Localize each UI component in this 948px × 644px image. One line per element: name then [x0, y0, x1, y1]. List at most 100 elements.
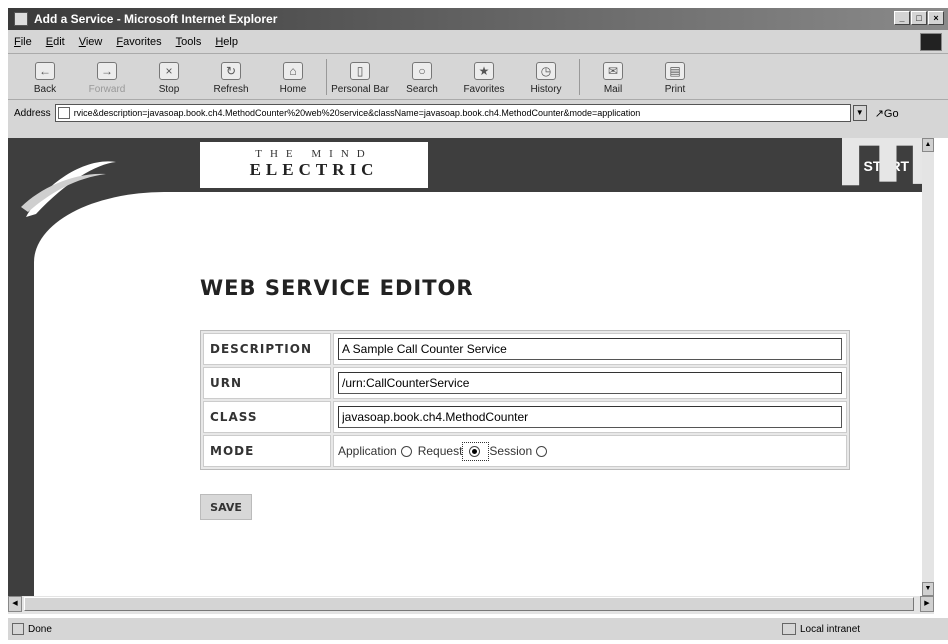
print-button[interactable]: ▤ Print [644, 62, 706, 95]
personal-bar-label: Personal Bar [331, 84, 389, 95]
horizontal-scroll-thumb[interactable] [24, 597, 914, 611]
refresh-button[interactable]: ↻ Refresh [200, 62, 262, 95]
intranet-zone-icon [782, 623, 796, 635]
menu-view[interactable]: View [79, 36, 103, 48]
maximize-button[interactable]: □ [911, 11, 927, 25]
menu-favorites[interactable]: Favorites [116, 36, 161, 48]
window-title: Add a Service - Microsoft Internet Explo… [34, 12, 278, 26]
toolbar-separator [326, 59, 327, 95]
vertical-scrollbar[interactable]: ▲ ▼ [922, 138, 934, 596]
address-label: Address [14, 107, 51, 119]
zone-label: Local intranet [800, 623, 861, 635]
refresh-icon: ↻ [221, 62, 241, 80]
toolbar: ← Back → Forward × Stop ↻ Refresh ⌂ Home… [8, 54, 948, 100]
print-label: Print [664, 84, 686, 95]
personal-bar-icon: ▯ [350, 62, 370, 80]
search-label: Search [406, 84, 438, 95]
mode-cell: Application Request Session [333, 435, 847, 467]
back-arrow-icon: ← [35, 62, 55, 80]
save-button[interactable]: SAVE [200, 494, 252, 520]
history-label: History [530, 84, 562, 95]
page-viewport: THE MIND ELECTRIC START HO GLUE WEB SERV… [8, 138, 934, 596]
session-radio[interactable] [536, 445, 548, 457]
page-done-icon [12, 623, 24, 635]
security-zone: Local intranet [782, 623, 860, 635]
go-label: Go [883, 107, 899, 120]
menu-file[interactable]: File [14, 36, 32, 48]
class-input[interactable] [338, 406, 842, 428]
menu-bar: File Edit View Favorites Tools Help [8, 30, 948, 54]
scroll-up-icon[interactable]: ▲ [922, 138, 934, 152]
toolbar-separator [579, 59, 580, 95]
logo-line-2: ELECTRIC [249, 160, 379, 179]
scroll-left-icon[interactable]: ◀ [8, 596, 22, 612]
printer-icon: ▤ [665, 62, 685, 80]
glue-watermark: GLUE [813, 138, 934, 194]
form-row-class: CLASS [203, 401, 847, 433]
mail-button[interactable]: ✉ Mail [582, 62, 644, 95]
forward-arrow-icon: → [97, 62, 117, 80]
browser-chrome: File Edit View Favorites Tools Help ← Ba… [8, 30, 948, 138]
home-icon: ⌂ [283, 62, 303, 80]
home-button[interactable]: ⌂ Home [262, 62, 324, 95]
request-option-label: Request [417, 444, 463, 458]
search-icon: ○ [412, 62, 432, 80]
mind-electric-logo[interactable]: THE MIND ELECTRIC [200, 142, 428, 188]
address-input[interactable]: rvice&description=javasoap.book.ch4.Meth… [54, 104, 851, 122]
urn-input[interactable] [338, 372, 842, 394]
address-bar: Address rvice&description=javasoap.book.… [8, 102, 948, 124]
scroll-down-icon[interactable]: ▼ [922, 582, 934, 596]
close-button[interactable]: × [928, 11, 944, 25]
search-button[interactable]: ○ Search [391, 62, 453, 95]
urn-label: URN [203, 367, 331, 399]
window-controls: _ □ × [894, 11, 944, 25]
favorites-label: Favorites [463, 84, 505, 95]
description-cell [333, 333, 847, 365]
window-title-bar: Add a Service - Microsoft Internet Explo… [8, 8, 948, 30]
refresh-label: Refresh [213, 84, 249, 95]
mail-label: Mail [603, 84, 623, 95]
urn-cell [333, 367, 847, 399]
mail-icon: ✉ [603, 62, 623, 80]
page-title: WEB SERVICE EDITOR [200, 276, 474, 300]
back-button[interactable]: ← Back [14, 62, 76, 95]
back-label: Back [33, 84, 57, 95]
page-icon [57, 107, 70, 119]
horizontal-scrollbar[interactable]: ◀ ▶ [8, 596, 934, 614]
class-cell [333, 401, 847, 433]
session-option-label: Session [489, 444, 533, 458]
address-url: rvice&description=javasoap.book.ch4.Meth… [73, 108, 641, 118]
form-row-mode: MODE Application Request Session [203, 435, 847, 467]
description-label: DESCRIPTION [203, 333, 331, 365]
address-dropdown-button[interactable]: ▼ [852, 105, 867, 121]
history-icon: ◷ [536, 62, 556, 80]
application-option-label: Application [338, 444, 397, 458]
form-row-description: DESCRIPTION [203, 333, 847, 365]
menu-help[interactable]: Help [215, 36, 238, 48]
stop-button[interactable]: × Stop [138, 62, 200, 95]
service-form: DESCRIPTION URN CLASS MODE Application R… [200, 330, 850, 470]
form-row-urn: URN [203, 367, 847, 399]
mode-label: MODE [203, 435, 331, 467]
request-radio-focus [462, 441, 490, 461]
minimize-button[interactable]: _ [894, 11, 910, 25]
application-radio[interactable] [400, 445, 412, 457]
menu-edit[interactable]: Edit [46, 36, 65, 48]
scroll-right-icon[interactable]: ▶ [920, 596, 934, 612]
windows-logo-icon [920, 33, 942, 51]
favorites-icon: ★ [474, 62, 494, 80]
forward-button[interactable]: → Forward [76, 62, 138, 95]
status-text: Done [28, 623, 52, 635]
status-bar: Done Local intranet [8, 618, 948, 640]
request-radio[interactable] [469, 445, 481, 457]
stop-label: Stop [158, 84, 180, 95]
menu-tools[interactable]: Tools [176, 36, 202, 48]
favorites-button[interactable]: ★ Favorites [453, 62, 515, 95]
go-button[interactable]: ↗Go [875, 107, 899, 120]
description-input[interactable] [338, 338, 842, 360]
home-label: Home [279, 84, 307, 95]
personal-bar-button[interactable]: ▯ Personal Bar [329, 62, 391, 95]
history-button[interactable]: ◷ History [515, 62, 577, 95]
ie-app-icon [14, 12, 28, 26]
forward-label: Forward [88, 84, 126, 95]
